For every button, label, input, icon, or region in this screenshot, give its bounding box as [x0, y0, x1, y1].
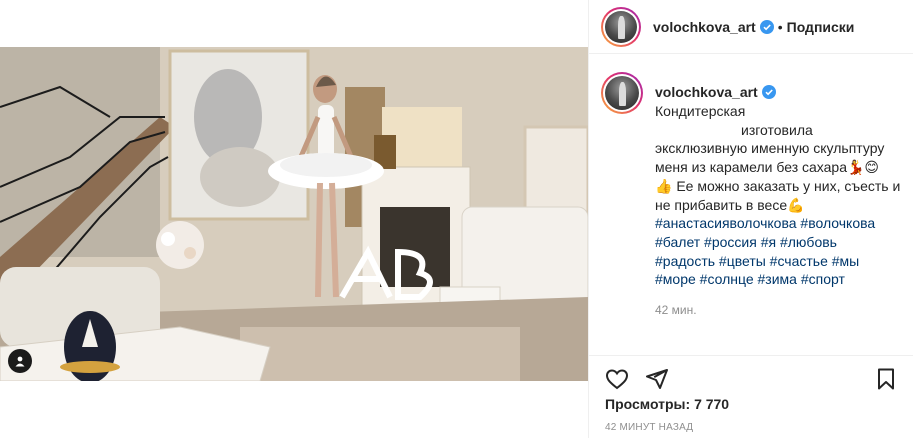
share-icon — [646, 368, 668, 389]
hashtag-line[interactable]: #балет #россия #я #любовь — [655, 233, 905, 252]
tagged-user-button[interactable] — [8, 349, 32, 373]
hashtag-line[interactable]: #анастасияволочкова #волочкова — [655, 214, 905, 233]
caption-avatar-image — [605, 76, 639, 110]
header-username[interactable]: volochkova_art — [653, 19, 756, 35]
views-count[interactable]: Просмотры: 7 770 — [605, 396, 729, 412]
avatar[interactable] — [601, 6, 641, 47]
caption-line: меня из карамели без сахара💃😊 — [655, 159, 880, 176]
views-value: 7 770 — [694, 396, 730, 412]
caption-line: изготовила — [741, 121, 813, 138]
fireplace-opening — [380, 207, 450, 287]
hashtag-line[interactable]: #море #солнце #зима #спорт — [655, 270, 905, 289]
avatar-image — [605, 10, 637, 43]
flower-bouquet — [156, 221, 204, 269]
caption-time[interactable]: 42 мин. — [655, 303, 905, 317]
media-column — [0, 0, 588, 438]
verified-badge-icon — [759, 19, 774, 34]
caption-line: не прибавить в весе💪 — [655, 196, 805, 213]
caption-body: volochkova_art Кондитерская изготовила э… — [655, 72, 905, 317]
following-button[interactable]: Подписки — [787, 19, 855, 35]
caption-username[interactable]: volochkova_art — [655, 84, 758, 100]
action-bar — [589, 355, 913, 395]
caption-comment: volochkova_art Кондитерская изготовила э… — [601, 72, 906, 317]
post-video[interactable] — [0, 47, 588, 381]
caption-line: эксклюзивную именную скульптуру — [655, 140, 885, 157]
views-label: Просмотры: — [605, 396, 691, 412]
heart-icon — [605, 368, 629, 389]
painting-shoulders — [200, 147, 280, 207]
user-tag-icon — [15, 356, 25, 367]
video-frame — [0, 47, 588, 381]
header-separator: • — [777, 18, 783, 35]
like-button[interactable] — [601, 363, 633, 395]
caption-line: Кондитерская — [655, 103, 746, 119]
caption-avatar[interactable] — [601, 72, 643, 114]
caption-line: 👍 Ее можно заказать у них, съесть и — [655, 177, 901, 194]
rug — [240, 327, 520, 381]
verified-badge-icon — [761, 85, 776, 99]
sculpture-base — [60, 361, 120, 373]
bookmark-icon — [878, 368, 894, 389]
caption-text: Кондитерская изготовила эксклюзивную име… — [655, 102, 905, 289]
save-button[interactable] — [870, 363, 902, 395]
share-button[interactable] — [641, 363, 673, 395]
post-header: volochkova_art • Подписки — [589, 0, 913, 54]
post-side-panel: volochkova_art • Подписки volochkova_art… — [588, 0, 913, 438]
hashtag-line[interactable]: #радость #цветы #счастье #мы — [655, 252, 905, 271]
post-timestamp[interactable]: 42 минут назад — [605, 422, 693, 433]
